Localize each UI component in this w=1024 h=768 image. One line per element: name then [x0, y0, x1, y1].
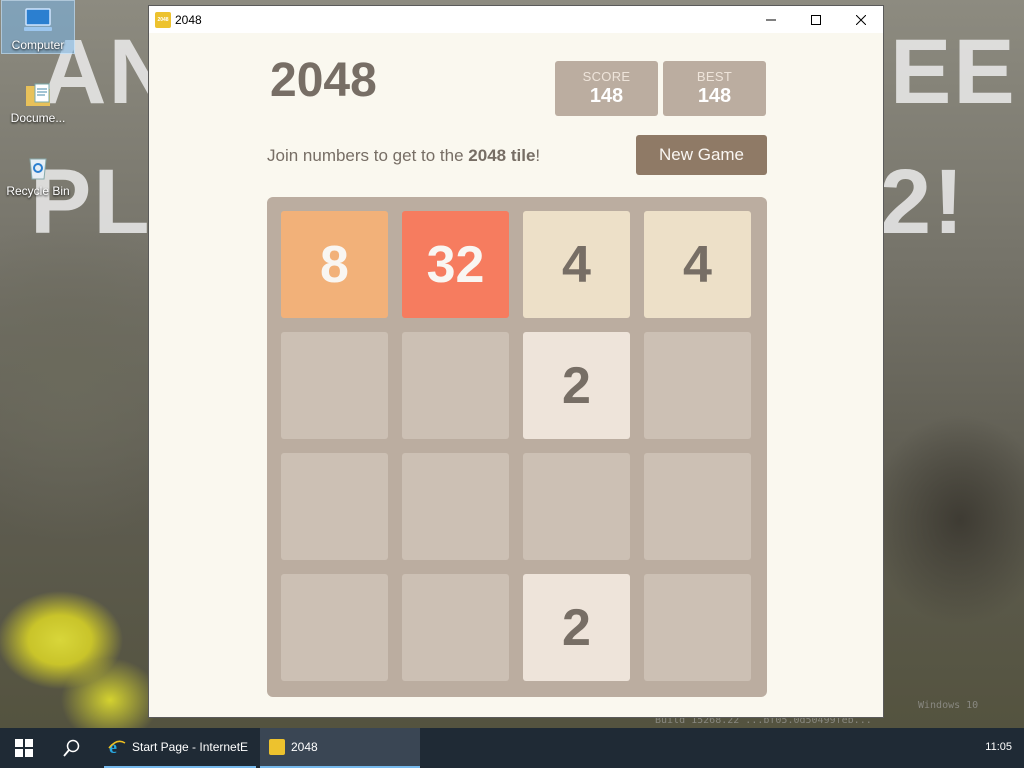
search-button[interactable] [48, 728, 96, 768]
intro-text: Join numbers to get to the [267, 146, 469, 165]
empty-cell [644, 332, 751, 439]
score-label: SCORE [582, 69, 631, 84]
wallpaper-text: 2! [880, 151, 966, 253]
minimize-button[interactable] [748, 6, 793, 33]
taskbar-item-label: 2048 [291, 740, 318, 754]
desktop-icon-documents[interactable]: Docume... [2, 74, 74, 125]
taskbar-item-internet-explorer[interactable]: e Start Page - InternetE [104, 728, 256, 768]
intro-highlight: 2048 tile [468, 146, 536, 165]
empty-cell [644, 453, 751, 560]
taskbar: e Start Page - InternetE 2048 11:05 [0, 728, 1024, 768]
window-title: 2048 [175, 12, 202, 27]
empty-cell [523, 453, 630, 560]
computer-icon [22, 5, 54, 37]
tile-32: 32 [402, 211, 509, 318]
desktop-icon-label: Computer [11, 38, 65, 52]
close-icon [855, 14, 866, 25]
tile-2: 2 [523, 574, 630, 681]
documents-icon [22, 78, 54, 110]
taskbar-item-label: Start Page - InternetE [132, 740, 249, 754]
search-icon [63, 739, 80, 757]
tile-4: 4 [523, 211, 630, 318]
empty-cell [402, 332, 509, 439]
game-container: 2048 SCORE 148 BEST 148 Join numbers to … [149, 33, 883, 717]
maximize-button[interactable] [793, 6, 838, 33]
empty-cell [281, 332, 388, 439]
best-value: 148 [697, 85, 732, 107]
desktop-icon-recycle-bin[interactable]: Recycle Bin [2, 147, 74, 198]
start-button[interactable] [0, 728, 48, 768]
empty-cell [644, 574, 751, 681]
windows-logo-icon [15, 739, 33, 757]
desktop-icon-label: Docume... [10, 111, 66, 125]
game-title: 2048 [270, 54, 377, 107]
best-box: BEST 148 [663, 61, 766, 116]
score-value: 148 [589, 85, 624, 107]
empty-cell [402, 453, 509, 560]
windows-watermark: Windows 10 [918, 700, 979, 711]
tile-2: 2 [523, 332, 630, 439]
taskbar-clock: 11:05 [985, 741, 1012, 753]
empty-cell [281, 574, 388, 681]
minimize-icon [765, 19, 776, 20]
tile-8: 8 [281, 211, 388, 318]
tile-4: 4 [644, 211, 751, 318]
wallpaper-text: EE [890, 21, 1017, 123]
app-2048-icon [269, 739, 285, 755]
internet-explorer-icon: e [108, 738, 126, 756]
maximize-icon [810, 14, 821, 25]
app-window: 2048 2048 2048 SCORE 148 BEST 148 Join n… [148, 5, 884, 718]
close-button[interactable] [838, 6, 883, 33]
intro-suffix: ! [535, 146, 541, 165]
game-intro: Join numbers to get to the 2048 tile! [267, 146, 540, 166]
desktop-icon-label: Recycle Bin [6, 184, 70, 198]
taskbar-item-2048[interactable]: 2048 [260, 728, 420, 768]
recycle-bin-icon [22, 151, 54, 183]
best-label: BEST [696, 69, 733, 84]
window-titlebar[interactable]: 2048 2048 [149, 6, 883, 33]
score-box: SCORE 148 [555, 61, 658, 116]
app-2048-icon: 2048 [155, 11, 171, 28]
desktop-icon-computer[interactable]: Computer [1, 0, 75, 54]
new-game-button[interactable]: New Game [636, 135, 767, 175]
game-board[interactable]: 8 32 4 4 2 2 [267, 197, 767, 697]
empty-cell [281, 453, 388, 560]
empty-cell [402, 574, 509, 681]
